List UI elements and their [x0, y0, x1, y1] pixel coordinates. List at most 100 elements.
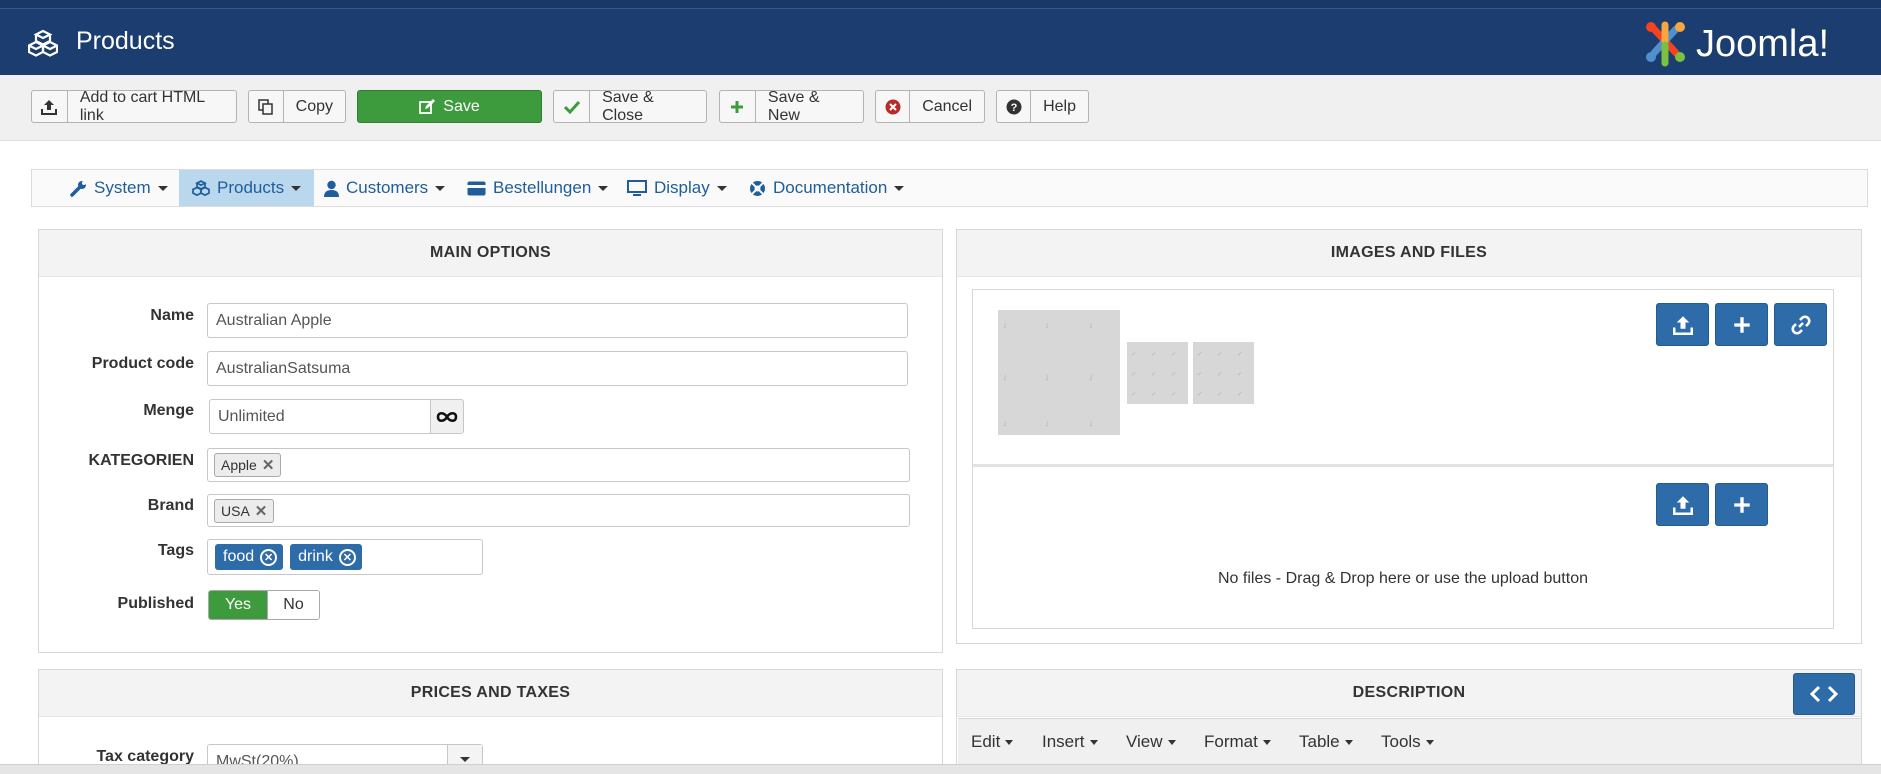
svg-text:✓: ✓ [1217, 391, 1223, 398]
caret-down-icon [460, 757, 470, 762]
svg-text:✓: ✓ [1217, 351, 1223, 358]
joomla-wordmark: Joomla! [1696, 23, 1830, 65]
categories-field[interactable]: Apple ✕ [207, 448, 910, 482]
editor-menu-insert[interactable]: Insert [1042, 732, 1098, 752]
caret-down-icon [1167, 740, 1176, 746]
editor-menu-table[interactable]: Table [1299, 732, 1353, 752]
add-file-button[interactable] [1715, 483, 1768, 526]
caret-down-icon [157, 185, 168, 191]
monitor-icon [627, 180, 647, 196]
editor-menu-edit[interactable]: Edit [971, 732, 1014, 752]
toolbar: Add to cart HTML link Copy Save Save & C… [0, 75, 1881, 141]
add-to-cart-link-button[interactable]: Add to cart HTML link [31, 88, 237, 124]
caret-down-icon [435, 185, 446, 191]
infinity-icon [436, 411, 458, 422]
tag-drink: drink ✕ [290, 544, 362, 570]
tags-label: Tags [157, 542, 194, 559]
nav-documentation[interactable]: Documentation [749, 170, 905, 206]
save-close-button[interactable]: Save & Close [553, 88, 707, 124]
save-button[interactable]: Save [357, 90, 542, 123]
svg-text:✓: ✓ [1171, 391, 1177, 398]
images-files-title: IMAGES AND FILES [957, 230, 1861, 277]
add-image-button[interactable] [1715, 303, 1768, 346]
caret-down-icon [894, 185, 905, 191]
main-options-panel: MAIN OPTIONS [38, 229, 943, 653]
name-field[interactable]: Australian Apple [207, 303, 908, 338]
toggle-editor-button[interactable] [1793, 673, 1855, 715]
svg-text:✓: ✓ [1151, 351, 1157, 358]
caret-down-icon [716, 185, 727, 191]
save-label: Save [419, 91, 480, 122]
svg-text:✓: ✓ [1237, 371, 1243, 378]
svg-text:✓: ✓ [1000, 372, 1011, 383]
user-icon [324, 180, 339, 197]
caret-down-icon [291, 185, 302, 191]
cubes-icon [192, 180, 210, 196]
svg-text:✓: ✓ [1171, 351, 1177, 358]
editor-menu-tools[interactable]: Tools [1381, 732, 1434, 752]
add-to-cart-label: Add to cart HTML link [79, 88, 205, 124]
svg-text:✓: ✓ [1151, 371, 1157, 378]
wrench-icon [70, 180, 86, 197]
published-yes-button[interactable]: Yes [209, 591, 267, 619]
copy-button[interactable]: Copy [248, 90, 346, 123]
link-image-button[interactable] [1774, 303, 1827, 346]
svg-text:✓: ✓ [1042, 320, 1053, 331]
editor-menu-view[interactable]: View [1126, 732, 1176, 752]
help-button[interactable]: ? Help [996, 90, 1089, 123]
caret-down-icon [598, 185, 609, 191]
editor-menu-format[interactable]: Format [1204, 732, 1271, 752]
categories-label: KATEGORIEN [88, 452, 194, 469]
cubes-icon [28, 29, 58, 57]
remove-x-icon[interactable]: ✕ [255, 502, 268, 520]
cancel-circle-icon [876, 91, 911, 122]
top-strip [0, 0, 1881, 9]
image-placeholder-icon: ✓ ✓ ✓ ✓ ✓ ✓ ✓ ✓ ✓ [1000, 320, 1097, 429]
remove-circle-icon[interactable]: ✕ [338, 548, 356, 566]
published-no-button[interactable]: No [267, 591, 319, 619]
upload-file-button[interactable] [1656, 483, 1709, 526]
remove-circle-icon[interactable]: ✕ [260, 548, 278, 566]
credit-card-icon [467, 181, 486, 195]
save-close-label: Save & Close [602, 88, 654, 124]
nav-products[interactable]: Products [179, 170, 315, 206]
nav-orders[interactable]: Bestellungen [467, 170, 609, 206]
svg-text:✓: ✓ [1131, 351, 1137, 358]
plus-icon [720, 91, 756, 122]
quantity-field[interactable]: Unlimited [209, 399, 431, 434]
tags-field[interactable]: food ✕ drink ✕ [207, 539, 483, 575]
nav-system[interactable]: System [70, 170, 168, 206]
svg-text:✓: ✓ [1000, 320, 1011, 331]
save-new-label: Save & New [767, 88, 820, 124]
product-code-label: Product code [91, 355, 194, 372]
product-code-field[interactable]: AustralianSatsuma [207, 351, 908, 386]
save-new-button[interactable]: Save & New [719, 88, 864, 124]
image-placeholder-icon: ✓ ✓ ✓ ✓ ✓ ✓ ✓ ✓ ✓ [1131, 351, 1177, 398]
unlimited-toggle-button[interactable] [430, 399, 464, 434]
remove-x-icon[interactable]: ✕ [262, 456, 275, 474]
link-icon [1790, 314, 1811, 335]
caret-down-icon [1425, 740, 1434, 746]
svg-text:✓: ✓ [1237, 351, 1243, 358]
caret-down-icon [1089, 740, 1098, 746]
name-label: Name [150, 307, 194, 324]
cancel-button[interactable]: Cancel [875, 90, 985, 123]
copy-label: Copy [295, 97, 333, 115]
product-image-thumb[interactable]: ✓ ✓ ✓ ✓ ✓ ✓ ✓ ✓ ✓ [998, 310, 1120, 435]
brand-label: Brand [147, 497, 194, 514]
page-title: Products [76, 27, 175, 55]
nav-display[interactable]: Display [627, 170, 727, 206]
product-image-thumb-small[interactable]: ✓ ✓ ✓ ✓ ✓ ✓ ✓ ✓ ✓ [1127, 342, 1188, 404]
nav-customers[interactable]: Customers [324, 170, 446, 206]
svg-text:✓: ✓ [1237, 391, 1243, 398]
horizontal-scrollbar[interactable] [0, 764, 1881, 774]
help-label: Help [1043, 97, 1076, 115]
prices-taxes-title: PRICES AND TAXES [39, 670, 942, 717]
no-files-message: No files - Drag & Drop here or use the u… [1218, 570, 1588, 587]
product-image-thumb-small-2[interactable]: ✓ ✓ ✓ ✓ ✓ ✓ ✓ ✓ ✓ [1193, 342, 1254, 404]
upload-image-button[interactable] [1656, 303, 1709, 346]
brand-field[interactable]: USA ✕ [207, 494, 910, 527]
copy-icon [249, 91, 284, 122]
svg-text:✓: ✓ [1197, 351, 1203, 358]
upload-icon [1672, 495, 1693, 515]
